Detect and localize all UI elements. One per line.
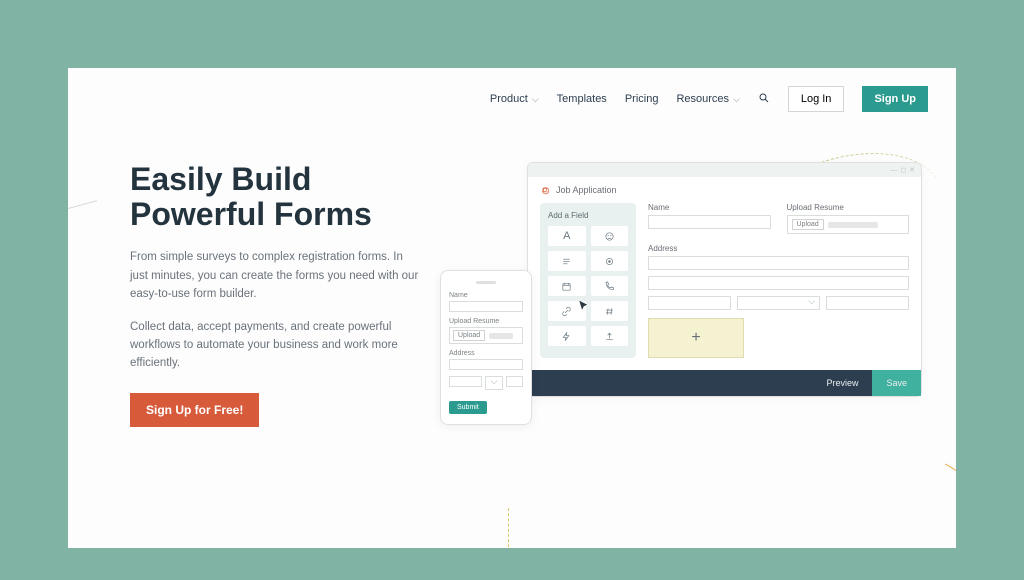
window-max-icon: ◻ xyxy=(900,167,906,174)
field-label: Address xyxy=(449,350,523,357)
hero-title: Easily Build Powerful Forms xyxy=(130,162,420,232)
nav-resources[interactable]: Resources ⌵ xyxy=(676,93,739,105)
address-line1[interactable] xyxy=(648,256,909,270)
upload-filename-stub xyxy=(828,222,878,228)
title-line: Powerful Forms xyxy=(130,196,372,232)
palette-title: Add a Field xyxy=(548,211,628,220)
resume-field: Upload Resume Upload xyxy=(787,203,910,234)
nav-label: Pricing xyxy=(625,93,659,105)
field-label: Name xyxy=(648,203,771,212)
address-state-select[interactable] xyxy=(737,296,820,310)
address-zip[interactable] xyxy=(826,296,909,310)
address-line2[interactable] xyxy=(648,276,909,290)
page: Product ⌵ Templates Pricing Resources ⌵ … xyxy=(68,68,956,548)
palette-calendar-icon[interactable] xyxy=(548,276,586,296)
palette-text-icon[interactable]: A xyxy=(548,226,586,246)
phone-address-city[interactable] xyxy=(449,376,482,387)
hero-paragraph: From simple surveys to complex registrat… xyxy=(130,248,420,303)
window-close-icon: ✕ xyxy=(909,167,915,174)
nav-label: Product xyxy=(490,93,528,105)
palette-grid: A xyxy=(548,226,628,346)
chevron-down-icon: ⌵ xyxy=(733,94,740,105)
phone-submit-button[interactable]: Submit xyxy=(449,401,487,414)
field-label: Name xyxy=(449,292,523,299)
field-label: Upload Resume xyxy=(449,318,523,325)
palette-number-icon[interactable] xyxy=(591,301,629,321)
palette-phone-icon[interactable] xyxy=(591,276,629,296)
top-nav: Product ⌵ Templates Pricing Resources ⌵ … xyxy=(68,68,956,112)
window-bar: — ◻ ✕ xyxy=(528,163,921,177)
upload-button[interactable]: Upload xyxy=(792,219,824,230)
phone-speaker xyxy=(476,281,496,284)
address-field: Address xyxy=(648,244,909,310)
phone-address-line1[interactable] xyxy=(449,359,523,370)
field-label: Upload Resume xyxy=(787,203,910,212)
phone-name-input[interactable] xyxy=(449,301,523,312)
address-city[interactable] xyxy=(648,296,731,310)
hero-illustration: — ◻ ✕ Job Application Add a Field A xyxy=(440,162,894,482)
form-title: Job Application xyxy=(556,185,617,195)
phone-address-zip[interactable] xyxy=(506,376,524,387)
gear-icon xyxy=(540,185,550,195)
window-min-icon: — xyxy=(890,167,897,174)
title-line: Easily Build xyxy=(130,161,311,197)
desktop-mockup: — ◻ ✕ Job Application Add a Field A xyxy=(527,162,922,397)
palette-lightning-icon[interactable] xyxy=(548,326,586,346)
name-input[interactable] xyxy=(648,215,771,229)
nav-templates[interactable]: Templates xyxy=(557,93,607,105)
nav-label: Resources xyxy=(676,93,729,105)
phone-mockup: Name Upload Resume Upload Address Submit xyxy=(440,270,532,425)
hero-paragraph: Collect data, accept payments, and creat… xyxy=(130,318,420,373)
nav-pricing[interactable]: Pricing xyxy=(625,93,659,105)
phone-upload-button[interactable]: Upload xyxy=(453,330,485,341)
decor-vdash xyxy=(508,508,509,548)
signup-button[interactable]: Sign Up xyxy=(862,86,928,112)
save-button[interactable]: Save xyxy=(872,370,921,396)
nav-label: Templates xyxy=(557,93,607,105)
cursor-icon xyxy=(576,298,592,314)
form-canvas: Name Upload Resume Upload xyxy=(648,203,909,358)
search-icon[interactable] xyxy=(758,92,770,107)
preview-button[interactable]: Preview xyxy=(812,370,872,396)
nav-product[interactable]: Product ⌵ xyxy=(490,93,539,105)
cta-button[interactable]: Sign Up for Free! xyxy=(130,393,259,427)
palette-location-icon[interactable] xyxy=(591,251,629,271)
desktop-body: Add a Field A xyxy=(528,203,921,370)
hero: Easily Build Powerful Forms From simple … xyxy=(68,112,956,482)
add-field-zone[interactable]: + xyxy=(648,318,744,358)
field-palette: Add a Field A xyxy=(540,203,636,358)
login-button[interactable]: Log In xyxy=(788,86,845,112)
hero-text: Easily Build Powerful Forms From simple … xyxy=(130,162,420,482)
field-label: Address xyxy=(648,244,909,253)
upload-filename-stub xyxy=(489,333,513,339)
palette-upload-icon[interactable] xyxy=(591,326,629,346)
palette-paragraph-icon[interactable] xyxy=(548,251,586,271)
palette-smile-icon[interactable] xyxy=(591,226,629,246)
form-title-row: Job Application xyxy=(528,177,921,203)
builder-footer: Preview Save xyxy=(528,370,921,396)
name-field: Name xyxy=(648,203,771,234)
phone-address-state[interactable] xyxy=(485,376,503,390)
chevron-down-icon: ⌵ xyxy=(532,94,539,105)
